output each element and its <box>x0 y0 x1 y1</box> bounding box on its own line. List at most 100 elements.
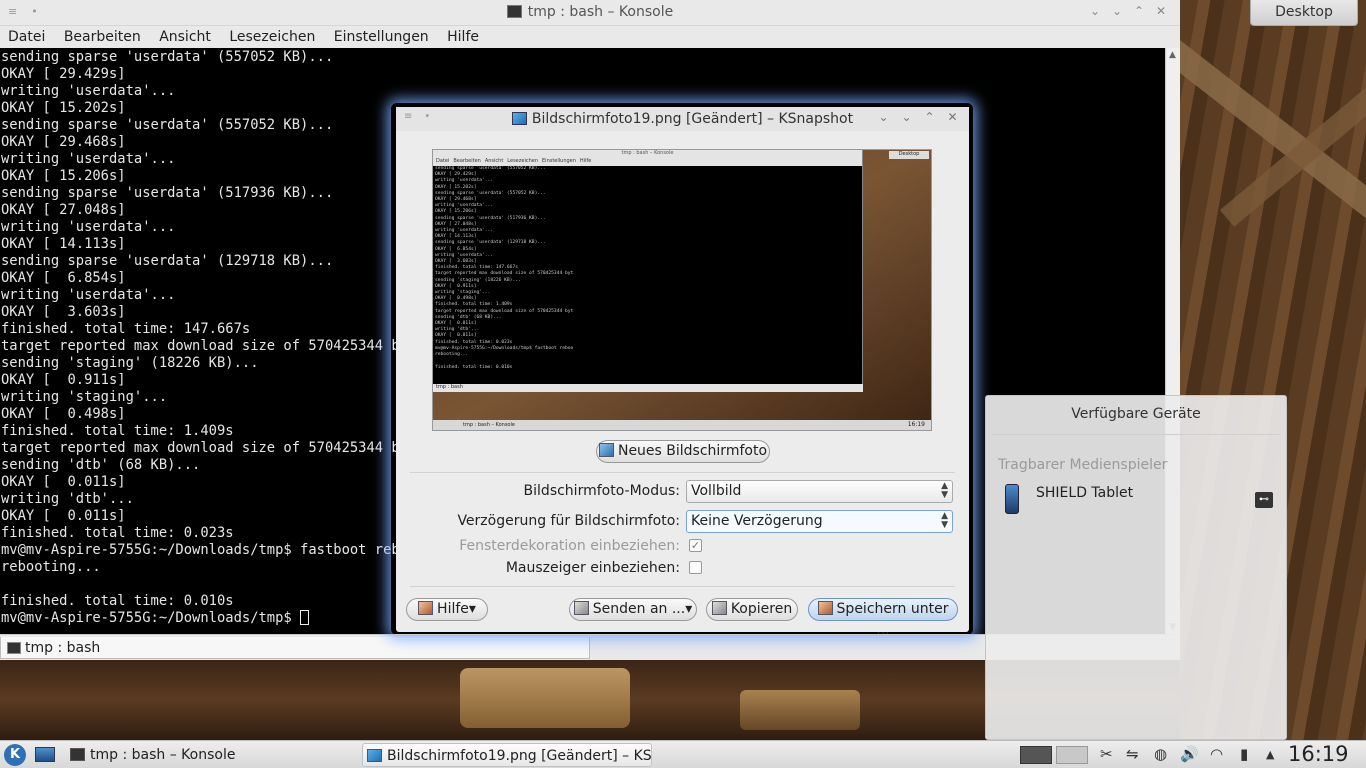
ksnapshot-icon <box>367 749 382 762</box>
decoration-label: Fensterdekoration einbeziehen: <box>459 538 680 554</box>
maximize-icon[interactable]: ⌃ <box>918 110 941 124</box>
terminal-icon <box>506 5 522 18</box>
menu-hilfe[interactable]: Hilfe <box>447 26 479 48</box>
help-icon <box>418 601 434 615</box>
save-icon <box>817 601 833 615</box>
window-title: Bildschirmfoto19.png [Geändert] – KSnaps… <box>531 111 854 127</box>
window-title: tmp : bash – Konsole <box>527 4 674 20</box>
wifi-icon[interactable]: ◠ <box>1210 745 1223 763</box>
konsole-titlebar[interactable]: ≡• tmp : bash – Konsole ⌄ ⌄ ⌃ ✕ <box>0 0 1180 26</box>
divider <box>410 472 955 473</box>
device-name[interactable]: SHIELD Tablet <box>1036 485 1133 501</box>
ksnapshot-titlebar[interactable]: ≡• Bildschirmfoto19.png [Geändert] – KSn… <box>396 107 969 131</box>
device-notifier-icon[interactable]: ◍ <box>1154 745 1167 763</box>
pager-desktop-2[interactable] <box>1056 746 1088 764</box>
terminal-icon <box>70 748 85 761</box>
decoration-checkbox[interactable]: ✓ <box>689 539 702 552</box>
preview-menu-item: Hilfe <box>579 158 592 164</box>
terminal-icon <box>7 642 21 654</box>
expand-tray-icon[interactable]: ▲ <box>1266 748 1274 761</box>
kde-menu-icon[interactable]: K <box>4 744 26 766</box>
menu-einstellungen[interactable]: Einstellungen <box>334 26 429 48</box>
prompt: mv@mv-Aspire-5755G:~/Downloads/tmp$ <box>1 610 301 626</box>
divider <box>410 586 955 587</box>
ksnapshot-icon <box>511 112 527 125</box>
desktop-toolbox-button[interactable]: Desktop <box>1250 0 1358 26</box>
preview-menu-item: Ansicht <box>484 158 504 164</box>
device-category: Tragbarer Medienspieler <box>998 457 1168 473</box>
screenshot-preview[interactable]: tmp : bash – Konsole Datei Bearbeiten Ansi… <box>432 149 932 431</box>
preview-taskbar: tmp : bash – Konsole 16:19 <box>433 420 931 430</box>
konsole-menubar: Datei Bearbeiten Ansicht Lesezeichen Ein… <box>0 26 1180 48</box>
ksnapshot-window: ≡• Bildschirmfoto19.png [Geändert] – KSn… <box>396 107 969 638</box>
keep-below-icon[interactable]: ⌄ <box>1084 4 1106 18</box>
keep-below-icon[interactable]: ⌄ <box>872 110 895 124</box>
copy-label: Kopieren <box>730 601 793 617</box>
show-desktop-icon[interactable] <box>35 747 55 762</box>
pointer-label: Mauszeiger einbeziehen: <box>505 560 680 576</box>
preview-konsole: tmp : bash – Konsole Datei Bearbeiten Ansi… <box>433 150 863 392</box>
copy-icon <box>711 601 727 615</box>
mode-select[interactable]: Vollbild ▲ ▼ <box>686 480 953 503</box>
task-label: Bildschirmfoto19.png [Geändert] – KSnap <box>387 748 652 764</box>
menu-bearbeiten[interactable]: Bearbeiten <box>64 26 141 48</box>
minimize-icon[interactable]: ⌄ <box>895 110 918 124</box>
preview-titlebar: tmp : bash – Konsole <box>433 150 862 158</box>
preview-terminal-line: finished. total time: 0.010s <box>435 364 513 370</box>
preview-task: tmp : bash – Konsole <box>463 422 515 428</box>
dropdown-arrow-icon: ▾ <box>685 601 693 617</box>
minimize-icon[interactable]: ⌄ <box>1106 4 1128 18</box>
save-as-button[interactable]: Speichern unter ... <box>808 598 958 638</box>
mode-value: Vollbild <box>691 483 742 499</box>
terminal-line: OKAY [ 29.429s] <box>1 66 126 82</box>
mode-label: Bildschirmfoto-Modus: <box>523 483 680 499</box>
popup-title: Verfügbare Geräte <box>1071 406 1201 422</box>
close-icon[interactable]: ✕ <box>941 110 964 124</box>
divider <box>992 434 1280 435</box>
preview-menu-item: Einstellungen <box>542 158 576 164</box>
maximize-icon[interactable]: ⌃ <box>1128 4 1150 18</box>
new-screenshot-button[interactable]: Neues Bildschirmfoto <box>596 440 770 463</box>
preview-menu-item: Bearbeiten <box>453 158 481 164</box>
delay-label: Verzögerung für Bildschirmfoto: <box>457 513 680 529</box>
preview-terminal: sending sparse 'userdata' (557052 KB)...… <box>433 166 862 371</box>
menu-lesezeichen[interactable]: Lesezeichen <box>229 26 315 48</box>
pager-desktop-1[interactable] <box>1020 746 1052 764</box>
preview-tab: tmp : bash <box>433 384 863 392</box>
wallpaper-book <box>740 690 860 730</box>
clock[interactable]: 16:19 <box>1288 742 1349 766</box>
wallpaper-book <box>460 668 630 728</box>
network-icon[interactable]: ⇋ <box>1126 745 1139 763</box>
pointer-checkbox[interactable] <box>689 561 702 574</box>
close-icon[interactable]: ✕ <box>1150 4 1172 18</box>
preview-menu-item: Lesezeichen <box>507 158 539 164</box>
menu-ansicht[interactable]: Ansicht <box>159 26 211 48</box>
terminal-line: sending sparse 'userdata' (557052 KB)... <box>1 49 334 65</box>
send-icon <box>573 601 589 615</box>
camera-icon <box>598 443 614 457</box>
preview-clock: 16:19 <box>907 421 925 428</box>
tab-label: tmp : bash <box>25 640 101 656</box>
battery-icon[interactable]: ▮ <box>1240 745 1248 763</box>
task-label: tmp : bash – Konsole <box>90 747 236 763</box>
help-label: Hilfe <box>437 601 469 617</box>
preview-menubar: Datei Bearbeiten Ansicht Lesezeichen Einstel… <box>433 158 862 166</box>
eject-icon[interactable]: ⊷ <box>1255 492 1273 508</box>
preview-desktop-button: Desktop <box>889 151 929 159</box>
tab-tmp-bash[interactable]: tmp : bash <box>0 637 590 659</box>
send-to-button[interactable]: Senden an ...▾ <box>569 598 697 621</box>
updown-icon: ▲ ▼ <box>941 481 948 500</box>
menu-datei[interactable]: Datei <box>8 26 45 48</box>
device-notifier-popup: Verfügbare Geräte Tragbarer Medienspiele… <box>985 395 1287 740</box>
dropdown-arrow-icon: ▾ <box>468 601 476 617</box>
help-button[interactable]: Hilfe▾ <box>406 598 488 621</box>
klipper-scissors-icon[interactable]: ✂ <box>1100 745 1113 763</box>
task-konsole[interactable]: tmp : bash – Konsole <box>66 743 356 767</box>
media-player-icon <box>1005 484 1019 514</box>
task-ksnapshot[interactable]: Bildschirmfoto19.png [Geändert] – KSnap <box>362 743 652 767</box>
scroll-up-icon[interactable]: ▲ <box>1169 50 1176 60</box>
volume-icon[interactable]: 🔊 <box>1180 745 1199 763</box>
delay-spinbox[interactable]: Keine Verzögerung ▲ ▼ <box>686 510 953 533</box>
copy-button[interactable]: Kopieren <box>706 598 798 621</box>
new-screenshot-label: Neues Bildschirmfoto <box>617 443 768 459</box>
